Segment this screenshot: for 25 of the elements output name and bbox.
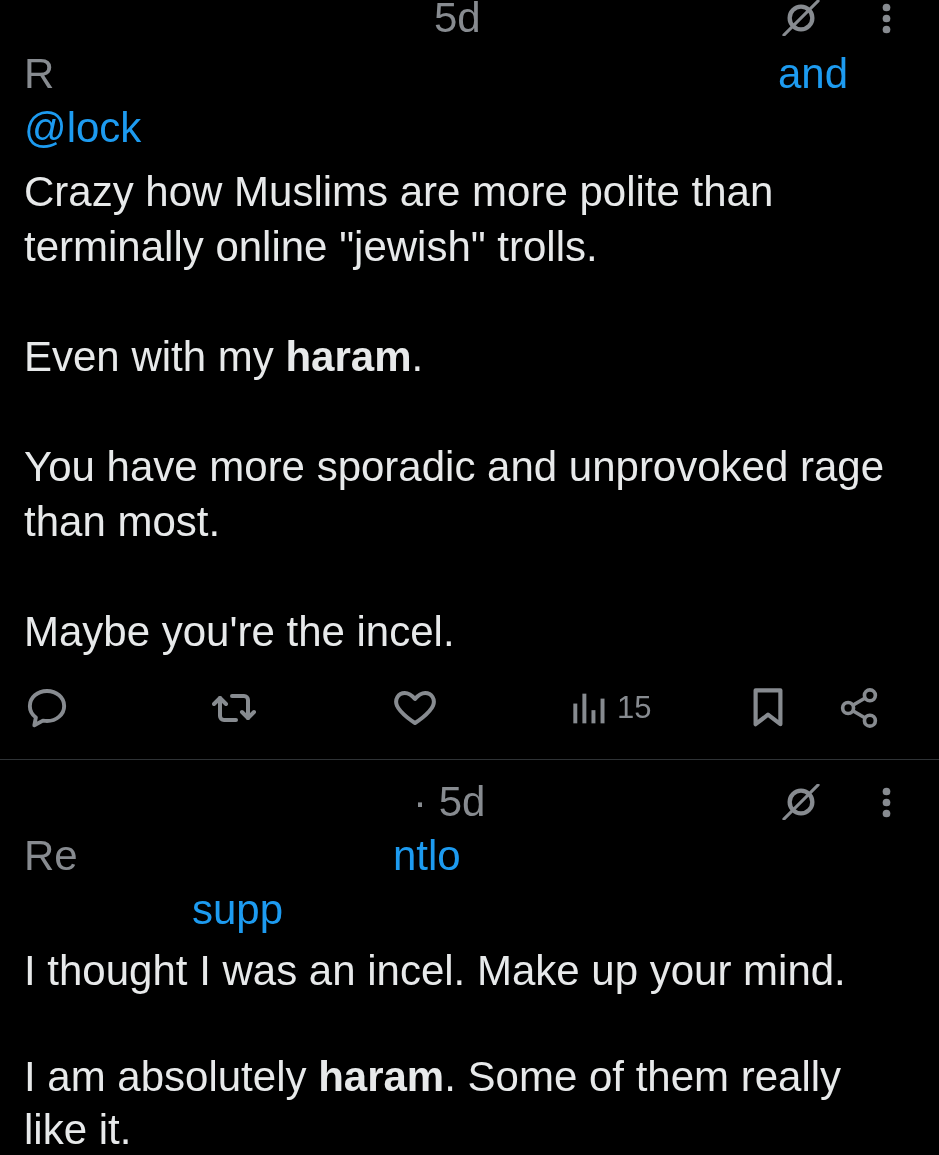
post-time[interactable]: · 5d xyxy=(413,787,486,817)
post-text: You have more sporadic and unprovoked rage than most. xyxy=(23,442,886,547)
post-text: I thought I was an incel. Make up your mind. xyxy=(23,946,847,996)
more-icon[interactable] xyxy=(881,785,892,819)
post-text: Maybe you're the incel. xyxy=(23,607,456,657)
post-text: Crazy how Muslims are more polite than terminally online "jewish" trolls. xyxy=(23,167,775,272)
bookmark-icon[interactable] xyxy=(752,688,784,728)
bar-chart-icon xyxy=(572,691,605,725)
views-button[interactable]: 15 xyxy=(572,691,652,725)
post-time[interactable]: 5d xyxy=(434,3,481,33)
slashed-circle-icon[interactable] xyxy=(779,0,823,36)
reply-to-link[interactable]: @lock xyxy=(24,101,142,155)
reply-to-text: R xyxy=(24,49,55,99)
heart-icon[interactable] xyxy=(394,690,436,726)
reply-to-link[interactable]: ntlo xyxy=(393,829,461,883)
more-icon[interactable] xyxy=(881,1,892,35)
reply-to-link[interactable]: supp xyxy=(192,883,284,937)
slashed-circle-icon[interactable] xyxy=(779,784,823,820)
post-text: I am absolutely haram. Some of them really like it. xyxy=(23,1052,843,1155)
post-text: Even with my haram. xyxy=(23,332,425,382)
reply-to-link[interactable]: and xyxy=(778,47,849,101)
reply-to-text: Re xyxy=(24,831,78,881)
share-icon[interactable] xyxy=(840,688,878,728)
reply-icon[interactable] xyxy=(27,688,67,728)
repost-icon[interactable] xyxy=(212,691,256,725)
